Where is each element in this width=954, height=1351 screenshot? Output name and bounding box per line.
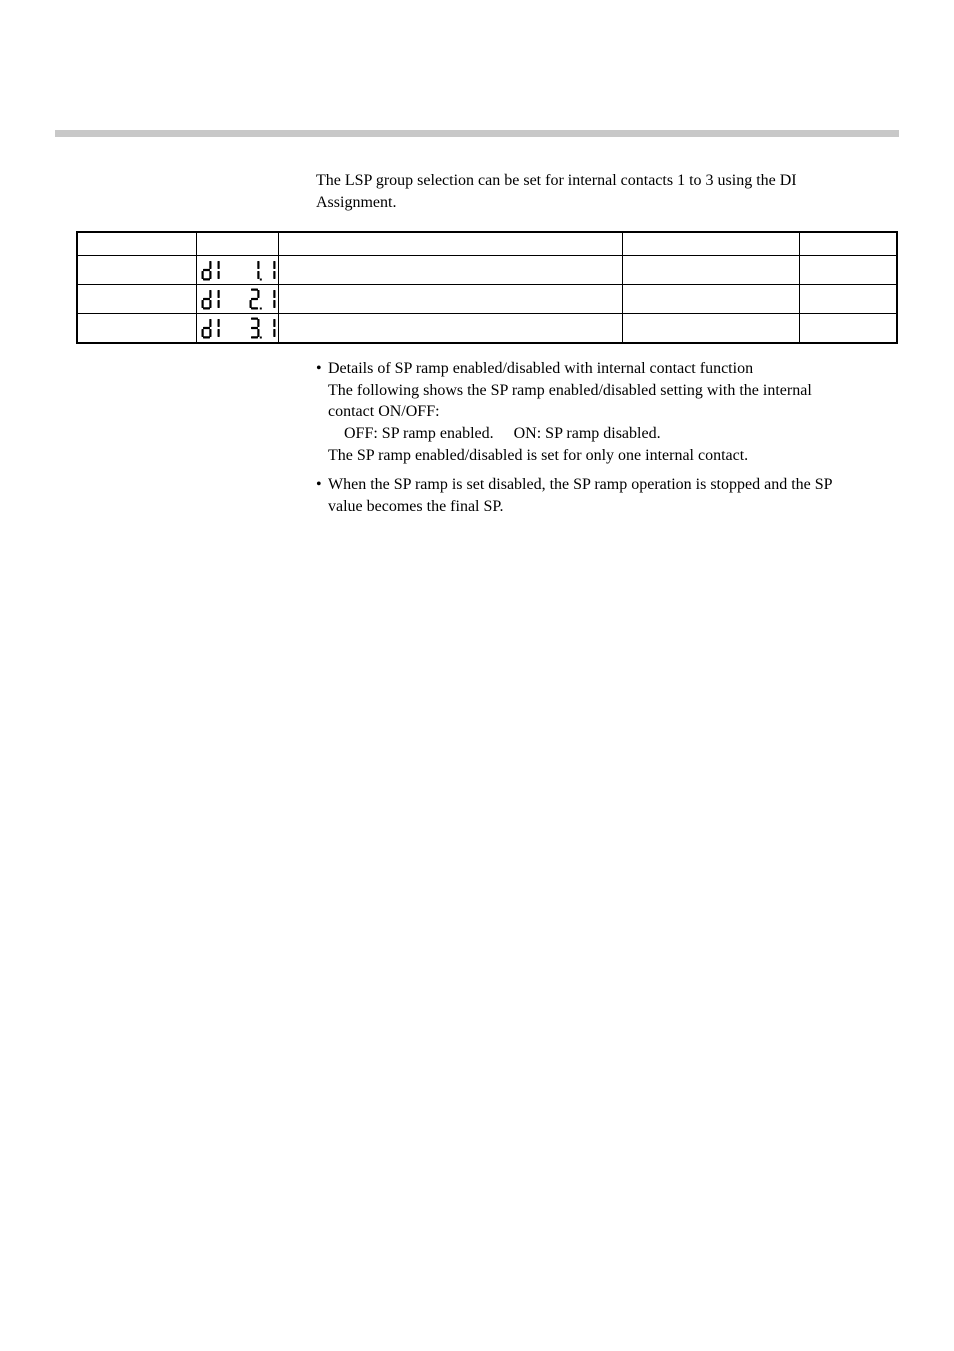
seven-segment-glyph [199, 287, 214, 311]
table-cell [78, 285, 197, 314]
seven-segment-glyph [263, 258, 278, 282]
bullet-item: •Details of SP ramp enabled/disabled wit… [316, 358, 888, 466]
seven-segment-display [197, 285, 278, 313]
table-cell [799, 285, 896, 314]
table-header-cell [78, 233, 197, 256]
bullet-head: •When the SP ramp is set disabled, the S… [316, 474, 888, 496]
table-cell [622, 285, 799, 314]
table-cell [279, 285, 623, 314]
parameter-table [76, 231, 898, 344]
bullet-marker: • [316, 358, 328, 380]
table-cell [78, 314, 197, 343]
table-cell [279, 256, 623, 285]
seven-segment-glyph [215, 287, 230, 311]
seven-segment-glyph [231, 258, 246, 282]
table-cell [78, 256, 197, 285]
display-cell [197, 314, 279, 343]
seven-segment-glyph [247, 258, 262, 282]
bullet-text: Details of SP ramp enabled/disabled with… [328, 358, 888, 380]
bullet-text: When the SP ramp is set disabled, the SP… [328, 474, 888, 496]
seven-segment-glyph [263, 287, 278, 311]
header-rule [55, 130, 899, 137]
seven-segment-glyph [231, 287, 246, 311]
bullet-continuation: contact ON/OFF: [316, 401, 888, 423]
table-row [78, 256, 897, 285]
bullet-continuation: value becomes the final SP. [316, 496, 888, 518]
bullet-subline: OFF: SP ramp enabled. ON: SP ramp disabl… [316, 423, 888, 445]
intro-paragraph: The LSP group selection can be set for i… [156, 170, 888, 213]
table-cell [799, 256, 896, 285]
seven-segment-glyph [199, 316, 214, 340]
table-row [78, 285, 897, 314]
bullet-tail: The SP ramp enabled/disabled is set for … [316, 445, 888, 467]
table-cell [622, 256, 799, 285]
bullet-marker: • [316, 474, 328, 496]
seven-segment-glyph [215, 316, 230, 340]
seven-segment-glyph [247, 316, 262, 340]
seven-segment-display [197, 314, 278, 342]
seven-segment-glyph [231, 316, 246, 340]
table-header-cell [197, 233, 279, 256]
seven-segment-glyph [215, 258, 230, 282]
bullet-head: •Details of SP ramp enabled/disabled wit… [316, 358, 888, 380]
seven-segment-glyph [263, 316, 278, 340]
seven-segment-glyph [199, 258, 214, 282]
display-cell [197, 285, 279, 314]
table-header-cell [279, 233, 623, 256]
table-header-cell [622, 233, 799, 256]
table-header-cell [799, 233, 896, 256]
intro-line-2: Assignment. [316, 194, 396, 211]
table-row [78, 314, 897, 343]
bullet-item: •When the SP ramp is set disabled, the S… [316, 474, 888, 517]
intro-line-1: The LSP group selection can be set for i… [316, 172, 797, 189]
table-cell [799, 314, 896, 343]
display-cell [197, 256, 279, 285]
table-header-row [78, 233, 897, 256]
seven-segment-glyph [247, 287, 262, 311]
table-cell [279, 314, 623, 343]
table-cell [622, 314, 799, 343]
bullet-continuation: The following shows the SP ramp enabled/… [316, 380, 888, 402]
seven-segment-display [197, 256, 278, 284]
